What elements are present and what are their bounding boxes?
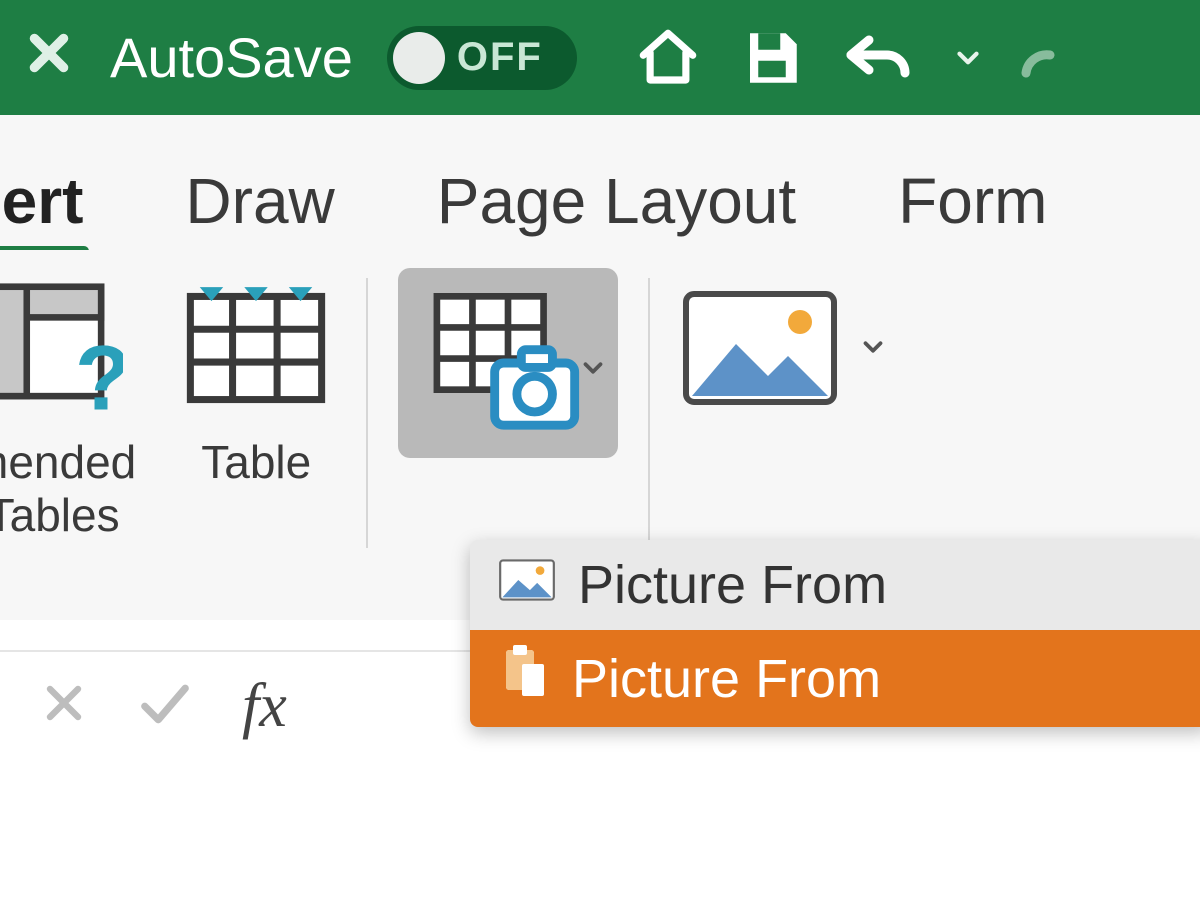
data-from-picture-icon [398,268,618,458]
cancel-icon[interactable] [40,672,88,741]
table-icon [176,268,336,428]
autosave-label: AutoSave [110,25,353,90]
group-illustrations [368,268,648,458]
recommended-label: mended Tables [0,436,136,542]
menu-label: Picture From [578,554,887,616]
quick-access-toolbar [633,25,1061,91]
undo-icon[interactable] [841,28,915,88]
pivot-question-icon: ? [0,268,133,428]
tab-formulas[interactable]: Form [892,160,1053,250]
ribbon-tabs: sert Draw Page Layout Form [0,115,1200,250]
table-label: Table [201,436,311,489]
group-pictures [650,268,918,428]
menu-picture-from-clipboard[interactable]: Picture From [470,630,1200,727]
menu-picture-from-file[interactable]: Picture From [470,540,1200,630]
enter-icon[interactable] [138,672,192,741]
home-icon[interactable] [633,25,703,91]
title-bar: AutoSave OFF [0,0,1200,115]
ribbon: ? mended Tables [0,250,1200,620]
picture-icon [680,268,840,428]
tab-draw[interactable]: Draw [179,160,340,250]
redo-icon-partial[interactable] [1021,28,1061,88]
toggle-state: OFF [457,35,543,80]
undo-dropdown-icon[interactable] [951,41,985,75]
menu-label: Picture From [572,648,881,710]
autosave-toggle[interactable]: OFF [387,26,577,90]
close-icon[interactable] [24,23,74,92]
pictures-button[interactable] [680,268,888,428]
picture-icon [498,554,556,616]
tab-insert[interactable]: sert [0,160,89,250]
table-button[interactable]: Table [176,268,336,489]
recommended-pivottables-button[interactable]: ? mended Tables [0,268,136,542]
clipboard-icon [498,644,550,713]
data-from-picture-button[interactable] [398,268,618,458]
data-from-picture-dropdown: Picture From Picture From [470,540,1200,727]
chevron-down-icon [578,344,608,394]
svg-text:?: ? [75,327,123,418]
toggle-knob [393,32,445,84]
save-icon[interactable] [739,25,805,91]
tab-page-layout[interactable]: Page Layout [431,160,802,250]
group-tables: ? mended Tables [0,268,366,542]
chevron-down-icon [858,323,888,373]
fx-label[interactable]: fx [242,671,287,742]
